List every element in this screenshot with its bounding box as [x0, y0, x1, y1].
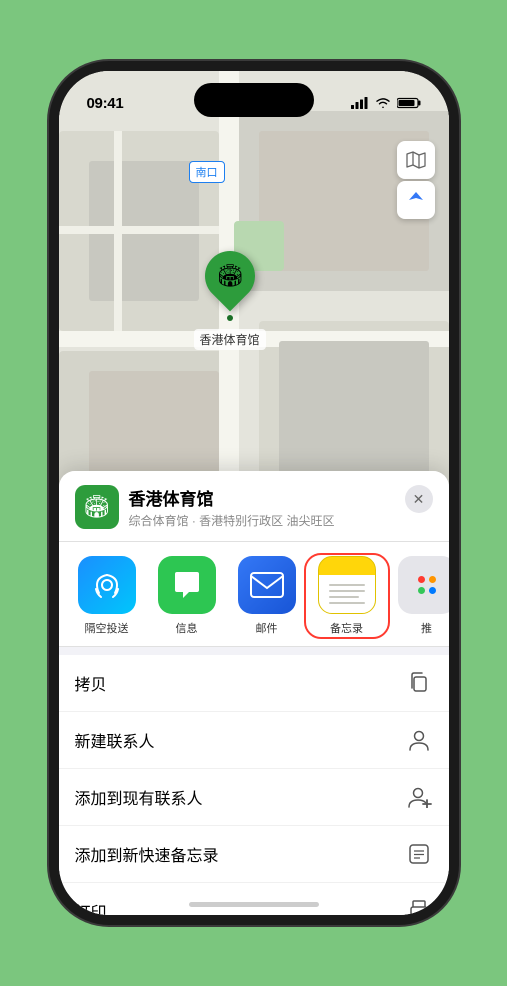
- messages-label: 信息: [176, 620, 198, 636]
- print-symbol: [407, 900, 431, 915]
- location-pin: 🏟 香港体育馆: [194, 251, 266, 350]
- copy-icon: [405, 669, 433, 697]
- venue-header: 🏟 香港体育馆 综合体育馆 · 香港特别行政区 油尖旺区 ✕: [59, 471, 449, 542]
- share-more-item[interactable]: 推: [387, 556, 449, 636]
- action-list: 拷贝 新建联系人: [59, 655, 449, 915]
- new-contact-icon: [405, 726, 433, 754]
- venue-subtitle: 综合体育馆 · 香港特别行政区 油尖旺区: [129, 512, 395, 529]
- quick-note-label: 添加到新快速备忘录: [75, 842, 219, 866]
- status-icons: [351, 97, 421, 109]
- notes-icon: [318, 556, 376, 614]
- venue-name: 香港体育馆: [129, 485, 395, 510]
- phone-frame: 09:41: [59, 71, 449, 915]
- add-existing-label: 添加到现有联系人: [75, 785, 203, 809]
- print-icon: [405, 897, 433, 915]
- new-contact-action[interactable]: 新建联系人: [59, 712, 449, 769]
- new-contact-label: 新建联系人: [75, 728, 155, 752]
- mail-icon: [238, 556, 296, 614]
- map-type-icon: [406, 150, 426, 170]
- map-area: 南口 🏟: [59, 71, 449, 511]
- add-existing-contact-action[interactable]: 添加到现有联系人: [59, 769, 449, 826]
- share-messages-item[interactable]: 信息: [147, 556, 227, 636]
- share-notes-item[interactable]: 备忘录: [307, 556, 387, 636]
- print-label: 打印: [75, 899, 107, 915]
- copy-label: 拷贝: [75, 671, 107, 695]
- location-arrow-icon: [407, 191, 425, 209]
- venue-icon: 🏟: [75, 485, 119, 529]
- status-time: 09:41: [87, 95, 124, 112]
- map-controls[interactable]: [397, 141, 435, 219]
- location-arrow-button[interactable]: [397, 181, 435, 219]
- pin-label: 香港体育馆: [194, 329, 266, 350]
- more-icon: [398, 556, 449, 614]
- share-apps-row: 隔空投送 信息 邮件: [59, 542, 449, 647]
- print-action[interactable]: 打印: [59, 883, 449, 915]
- bottom-sheet: 🏟 香港体育馆 综合体育馆 · 香港特别行政区 油尖旺区 ✕: [59, 471, 449, 915]
- quick-note-icon: [405, 840, 433, 868]
- mail-symbol: [250, 572, 284, 598]
- map-south-exit-label: 南口: [189, 161, 225, 183]
- copy-action[interactable]: 拷贝: [59, 655, 449, 712]
- note-symbol: [408, 843, 430, 865]
- dynamic-island: [194, 83, 314, 117]
- share-mail-item[interactable]: 邮件: [227, 556, 307, 636]
- person-add-symbol: [406, 786, 432, 808]
- battery-icon: [397, 97, 421, 109]
- quick-note-action[interactable]: 添加到新快速备忘录: [59, 826, 449, 883]
- close-button[interactable]: ✕: [405, 485, 433, 513]
- more-label: 推: [421, 620, 432, 636]
- messages-icon: [158, 556, 216, 614]
- share-airdrop-item[interactable]: 隔空投送: [67, 556, 147, 636]
- add-existing-icon: [405, 783, 433, 811]
- person-symbol: [407, 729, 431, 751]
- map-view-toggle-button[interactable]: [397, 141, 435, 179]
- copy-symbol: [408, 672, 430, 694]
- wifi-icon: [375, 97, 391, 109]
- airdrop-label: 隔空投送: [85, 620, 129, 636]
- notes-label: 备忘录: [330, 620, 363, 636]
- airdrop-symbol: [91, 569, 123, 601]
- messages-symbol: [171, 570, 203, 600]
- home-indicator: [189, 902, 319, 907]
- mail-label: 邮件: [256, 620, 278, 636]
- venue-info: 香港体育馆 综合体育馆 · 香港特别行政区 油尖旺区: [129, 485, 395, 529]
- airdrop-icon: [78, 556, 136, 614]
- signal-icon: [351, 97, 369, 109]
